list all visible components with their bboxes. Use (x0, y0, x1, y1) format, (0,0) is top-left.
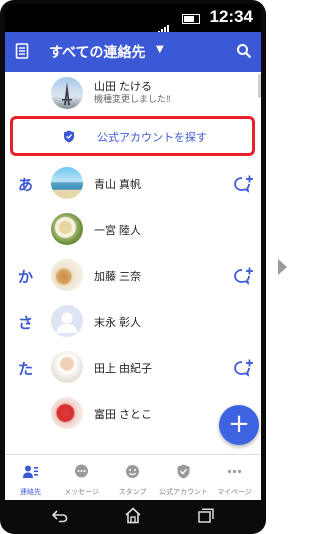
system-nav-bar (0, 500, 266, 534)
page-title[interactable]: すべての連絡先 (49, 42, 145, 62)
contact-row[interactable]: た 田上 由紀子 (5, 346, 261, 390)
contact-name: 末永 彰人 (94, 317, 142, 329)
add-message-icon[interactable] (233, 266, 255, 286)
search-icon[interactable] (236, 43, 252, 59)
contact-name: 加藤 三奈 (94, 271, 142, 283)
tab-label: メッセージ (64, 489, 99, 496)
official-account-label: 公式アカウントを探す (97, 132, 207, 144)
tab-stamps[interactable]: スタンプ (107, 455, 158, 500)
eiffel-tower-icon (62, 82, 72, 105)
clock: 12:34 (209, 7, 253, 26)
app-bar: すべての連絡先 ▼ (5, 32, 261, 72)
tab-label: マイページ (217, 489, 252, 496)
tab-official-accounts[interactable]: 公式アカウント (158, 455, 209, 500)
shield-icon (177, 464, 190, 479)
add-contact-button[interactable]: + (219, 405, 259, 445)
screen: 12:34 すべての連絡先 ▼ 山田 たける 機種変更しました‼ 公式アカウント… (5, 4, 261, 500)
shield-icon (64, 130, 74, 143)
tab-messages[interactable]: メッセージ (56, 455, 107, 500)
phone-frame: 12:34 すべての連絡先 ▼ 山田 たける 機種変更しました‼ 公式アカウント… (0, 0, 266, 534)
chevron-down-icon[interactable]: ▼ (156, 44, 164, 55)
chat-bubble-icon (75, 464, 88, 478)
add-message-icon[interactable] (233, 358, 255, 378)
pinned-contact[interactable]: 山田 たける 機種変更しました‼ (5, 72, 261, 116)
more-icon (227, 469, 242, 474)
bottom-tab-bar: 連絡先 メッセージ スタンプ 公式アカウント マイページ (5, 454, 261, 500)
avatar (51, 351, 83, 383)
index-letter: か (18, 268, 34, 286)
home-icon[interactable] (124, 507, 142, 524)
default-user-icon (57, 312, 77, 333)
tab-label: 連絡先 (20, 489, 41, 496)
scrollbar[interactable] (258, 74, 261, 98)
status-bar: 12:34 (5, 4, 261, 34)
index-letter: た (18, 360, 34, 378)
index-letter: あ (18, 176, 34, 194)
contacts-icon (23, 465, 38, 478)
smiley-icon (126, 465, 139, 478)
contact-row[interactable]: か 加藤 三奈 (5, 254, 261, 298)
next-arrow-icon[interactable] (278, 259, 287, 275)
back-icon[interactable] (52, 509, 68, 523)
tab-my-page[interactable]: マイページ (209, 455, 260, 500)
avatar (51, 397, 83, 429)
avatar (51, 305, 83, 337)
address-book-icon[interactable] (15, 43, 29, 59)
battery-icon (182, 14, 200, 24)
recent-apps-icon[interactable] (198, 508, 214, 523)
add-message-icon[interactable] (233, 174, 255, 194)
avatar (51, 259, 83, 291)
contact-name: 青山 真帆 (94, 179, 142, 191)
tab-label: スタンプ (118, 489, 147, 496)
tab-contacts[interactable]: 連絡先 (5, 455, 56, 500)
contact-row[interactable]: 一宮 陸人 (5, 208, 261, 252)
contact-row[interactable]: あ 青山 真帆 (5, 162, 261, 206)
tab-label: 公式アカウント (159, 489, 208, 496)
index-letter: さ (18, 314, 34, 332)
contact-name: 富田 さとこ (94, 409, 153, 421)
find-official-account[interactable]: 公式アカウントを探す (10, 116, 255, 156)
contact-name: 田上 由紀子 (94, 363, 153, 375)
avatar (51, 213, 83, 245)
contact-row[interactable]: さ 末永 彰人 (5, 300, 261, 344)
contact-name: 一宮 陸人 (94, 225, 142, 237)
status-message: 機種変更しました‼ (94, 94, 171, 104)
avatar (51, 167, 83, 199)
avatar (51, 77, 83, 109)
